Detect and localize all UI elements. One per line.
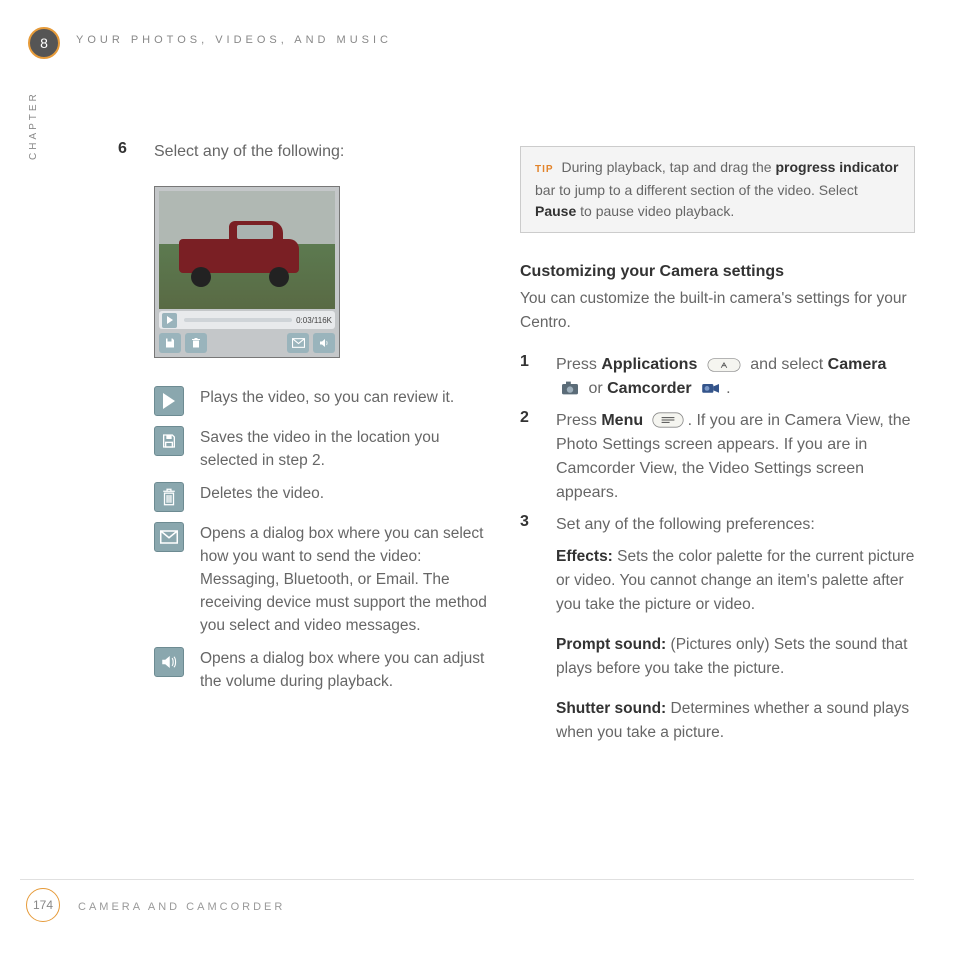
step-instruction: Select any of the following: — [154, 140, 490, 164]
save-description: Saves the video in the location you sele… — [200, 426, 490, 472]
trash-mini-icon — [185, 333, 207, 353]
play-description: Plays the video, so you can review it. — [200, 386, 490, 416]
applications-key-icon — [702, 356, 746, 374]
tip-text-1: During playback, tap and drag the — [561, 159, 775, 175]
step-instruction: Press Applications and select Camera or … — [556, 353, 915, 401]
save-mini-icon — [159, 333, 181, 353]
envelope-description: Opens a dialog box where you can select … — [200, 522, 490, 637]
shutter-sound-paragraph: Shutter sound: Determines whether a soun… — [556, 697, 915, 745]
play-icon — [154, 386, 184, 416]
tip-text-3: to pause video playback. — [576, 203, 734, 219]
speaker-mini-icon — [313, 333, 335, 353]
right-column: TIP During playback, tap and drag the pr… — [520, 140, 915, 761]
camcorder-icon — [696, 380, 726, 398]
tip-bold-1: progress indicator — [775, 159, 898, 175]
step-instruction: Set any of the following preferences: — [556, 513, 915, 537]
tip-bold-2: Pause — [535, 203, 576, 219]
footer-divider — [20, 879, 914, 880]
step-2: 2 Press Menu . If you are in Camera View… — [520, 409, 915, 505]
section-heading: Customizing your Camera settings — [520, 263, 915, 281]
step-number: 1 — [520, 353, 556, 401]
progress-bar: 0:03/116K — [159, 311, 335, 329]
left-column: 6 Select any of the following: 0:03/116K — [118, 140, 490, 703]
effects-paragraph: Effects: Sets the color palette for the … — [556, 545, 915, 617]
step-1: 1 Press Applications and select Camera o… — [520, 353, 915, 401]
tip-text-2: bar to jump to a different section of th… — [535, 182, 858, 198]
step-3: 3 Set any of the following preferences: — [520, 513, 915, 537]
chapter-number-badge: 8 — [28, 27, 60, 59]
menu-key-icon — [648, 412, 688, 430]
step-number: 2 — [520, 409, 556, 505]
video-playback-screenshot: 0:03/116K — [154, 186, 340, 358]
step-6: 6 Select any of the following: — [118, 140, 490, 164]
play-mini-button — [162, 313, 177, 328]
icon-descriptions: Plays the video, so you can review it. S… — [154, 386, 490, 693]
step-number: 6 — [118, 140, 154, 164]
envelope-mini-icon — [287, 333, 309, 353]
envelope-icon — [154, 522, 184, 552]
save-icon — [154, 426, 184, 456]
step-instruction: Press Menu . If you are in Camera View, … — [556, 409, 915, 505]
tip-label: TIP — [535, 164, 554, 175]
header-title: YOUR PHOTOS, VIDEOS, AND MUSIC — [76, 34, 392, 46]
trash-description: Deletes the video. — [200, 482, 490, 512]
step-number: 3 — [520, 513, 556, 537]
prompt-sound-paragraph: Prompt sound: (Pictures only) Sets the s… — [556, 633, 915, 681]
speaker-icon — [154, 647, 184, 677]
speaker-description: Opens a dialog box where you can adjust … — [200, 647, 490, 693]
page-number: 174 — [26, 888, 60, 922]
trash-icon — [154, 482, 184, 512]
tip-box: TIP During playback, tap and drag the pr… — [520, 146, 915, 233]
progress-text: 0:03/116K — [296, 316, 332, 325]
camera-icon — [556, 380, 584, 398]
chapter-label-vertical: CHAPTER — [28, 91, 39, 160]
footer-title: CAMERA AND CAMCORDER — [78, 901, 285, 913]
video-thumbnail — [159, 191, 335, 309]
section-intro: You can customize the built-in camera's … — [520, 287, 915, 335]
